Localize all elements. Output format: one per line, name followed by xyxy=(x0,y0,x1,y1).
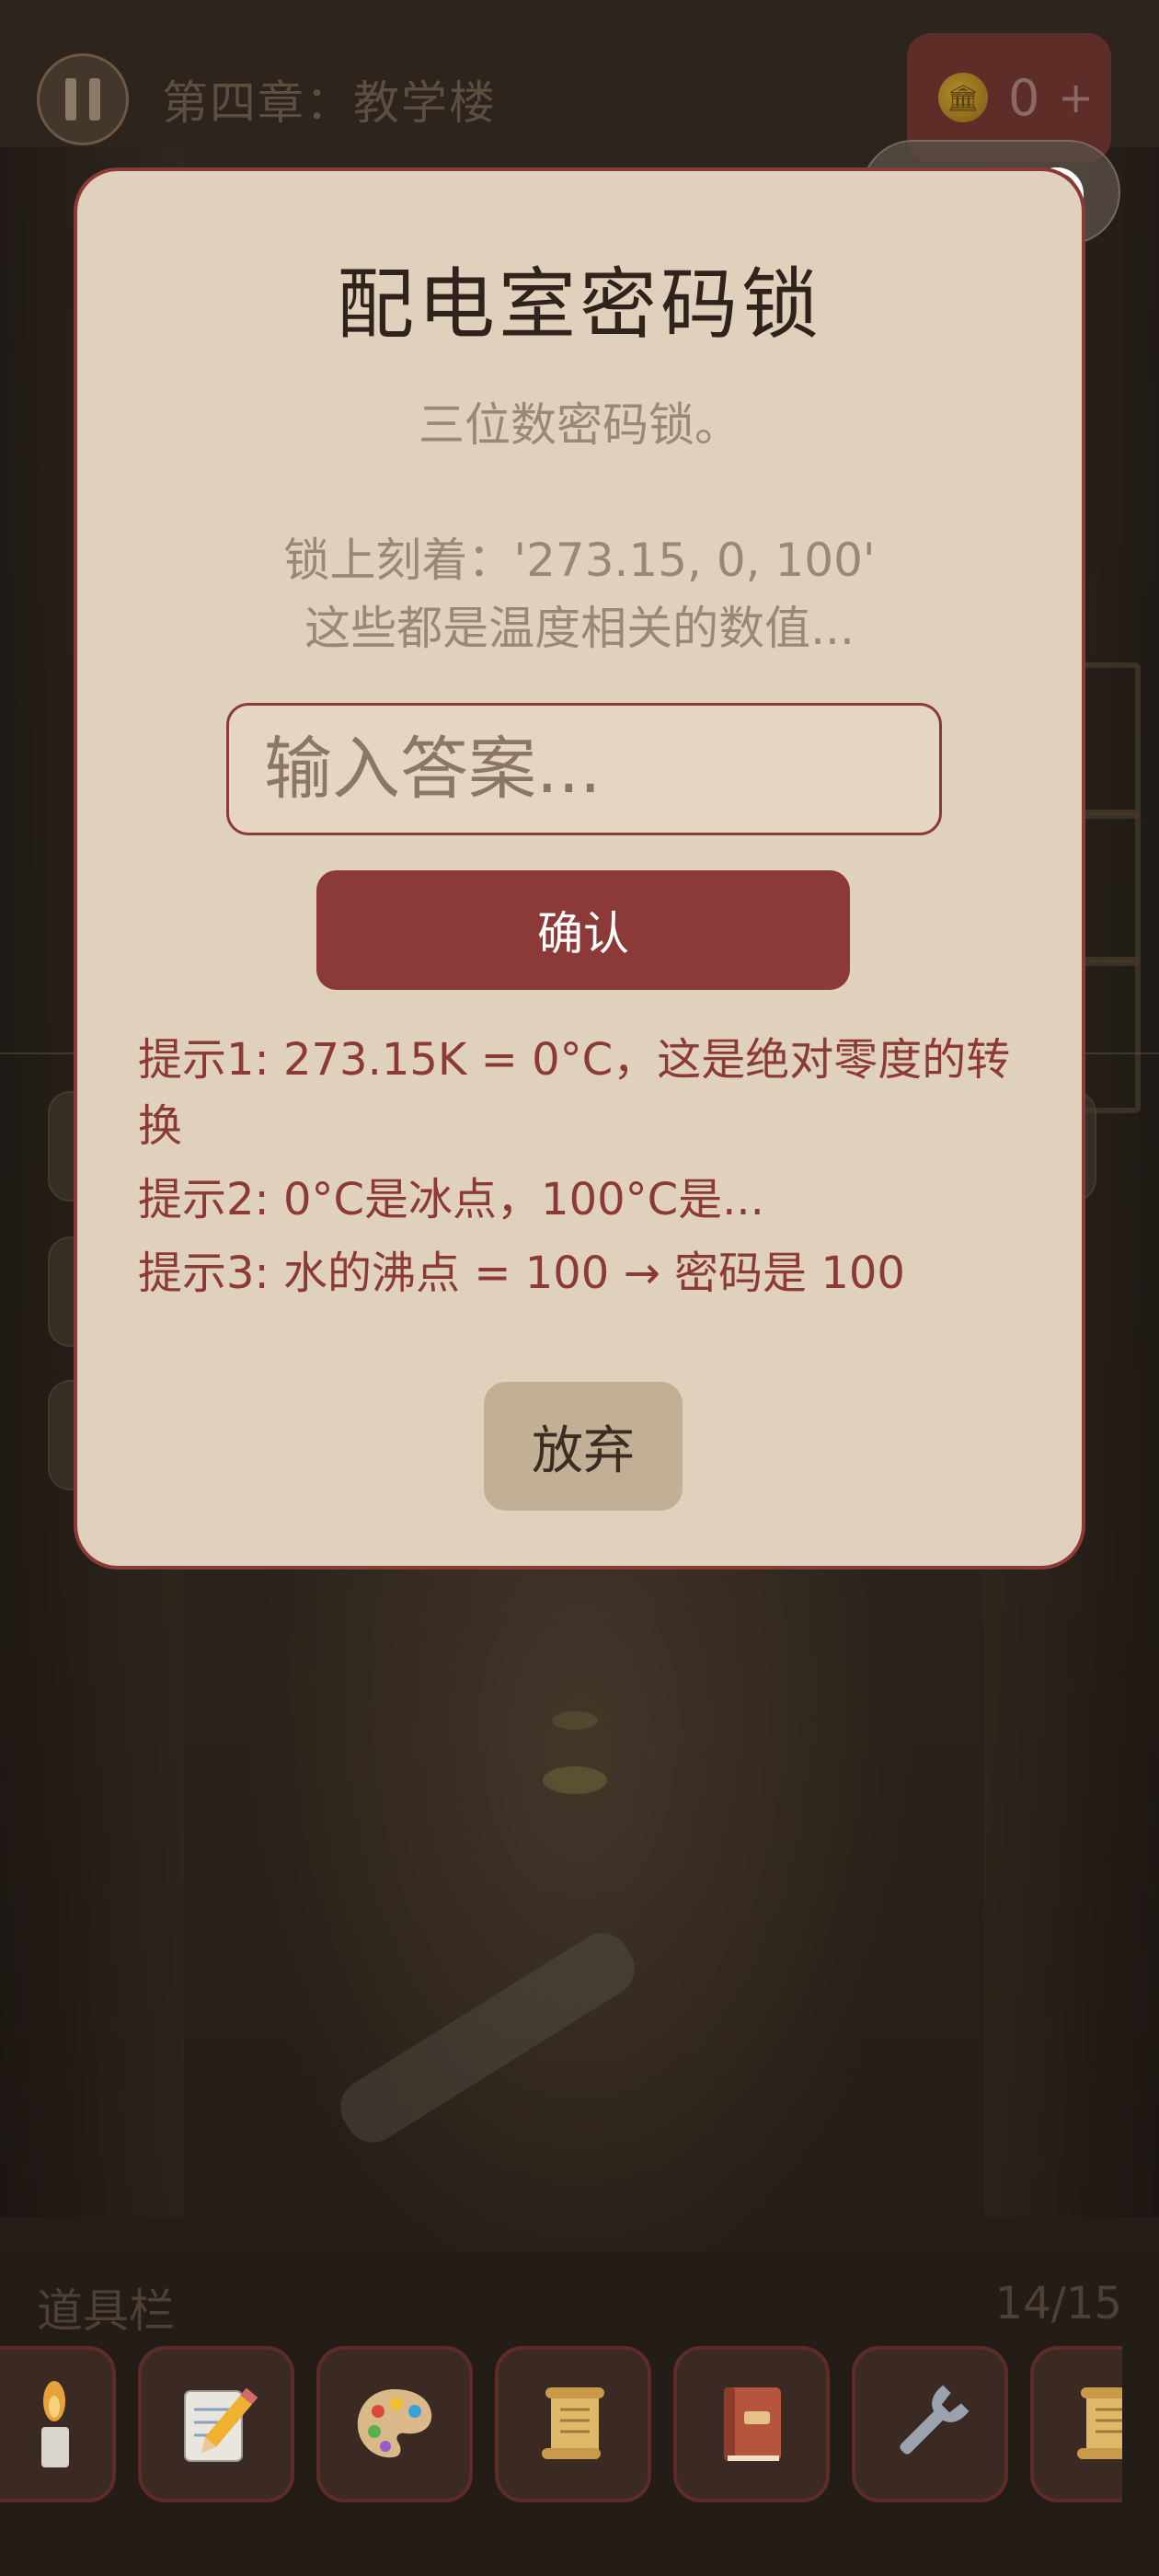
inventory-title: 道具栏 xyxy=(37,2284,175,2338)
inventory-slot[interactable] xyxy=(1030,2346,1122,2502)
hint-item: 提示2: 0°C是冰点，100°C是... xyxy=(138,1174,764,1225)
floor-light xyxy=(543,1766,607,1794)
confirm-button[interactable]: 确认 xyxy=(316,870,850,990)
dialog-subtitle: 三位数密码锁。 xyxy=(419,398,740,452)
password-lock-dialog: 配电室密码锁 三位数密码锁。 锁上刻着：'273.15, 0, 100' 这些都… xyxy=(74,167,1085,1570)
palette-icon xyxy=(357,2389,432,2458)
inventory-slot[interactable] xyxy=(0,2346,116,2502)
inventory-slot[interactable] xyxy=(495,2346,651,2502)
pause-button[interactable] xyxy=(37,53,129,145)
inventory-slot[interactable] xyxy=(673,2346,830,2502)
coin-icon: 🏛 xyxy=(938,73,988,122)
inventory-slot[interactable] xyxy=(852,2346,1008,2502)
coin-count: 0 xyxy=(1008,68,1040,127)
give-up-button[interactable]: 放弃 xyxy=(484,1382,683,1511)
floor-light xyxy=(552,1711,598,1730)
inventory-slot[interactable] xyxy=(316,2346,473,2502)
candle-icon xyxy=(41,2381,69,2467)
scroll-icon xyxy=(542,2387,604,2459)
book-icon xyxy=(724,2387,781,2461)
bottle-on-floor xyxy=(329,1922,646,2154)
lock-clue: 锁上刻着：'273.15, 0, 100' 这些都是温度相关的数值... xyxy=(77,526,1082,662)
inventory-bar: 道具栏 14/15 xyxy=(0,2252,1159,2576)
pause-icon-bar xyxy=(89,78,100,121)
wrench-icon xyxy=(900,2385,970,2455)
inventory-count: 14/15 xyxy=(994,2278,1122,2329)
dialog-title: 配电室密码锁 xyxy=(336,259,822,350)
answer-input[interactable] xyxy=(226,703,942,835)
inventory-slot[interactable] xyxy=(138,2346,294,2502)
hint-item: 提示1: 273.15K = 0°C，这是绝对零度的转换 xyxy=(138,1034,1011,1152)
hint-item: 提示3: 水的沸点 = 100 → 密码是 100 xyxy=(138,1248,905,1299)
scroll-icon xyxy=(1077,2387,1122,2459)
chapter-title: 第四章：教学楼 xyxy=(162,76,497,130)
clue-line: 这些都是温度相关的数值... xyxy=(304,602,855,655)
hints-list: 提示1: 273.15K = 0°C，这是绝对零度的转换 提示2: 0°C是冰点… xyxy=(138,1027,1049,1314)
memo-pencil-icon xyxy=(184,2387,258,2462)
pause-icon xyxy=(65,78,76,121)
inventory-slots[interactable] xyxy=(0,2346,1122,2512)
clue-line: 锁上刻着：'273.15, 0, 100' xyxy=(283,534,876,587)
add-coins-button[interactable]: + xyxy=(1058,73,1094,122)
